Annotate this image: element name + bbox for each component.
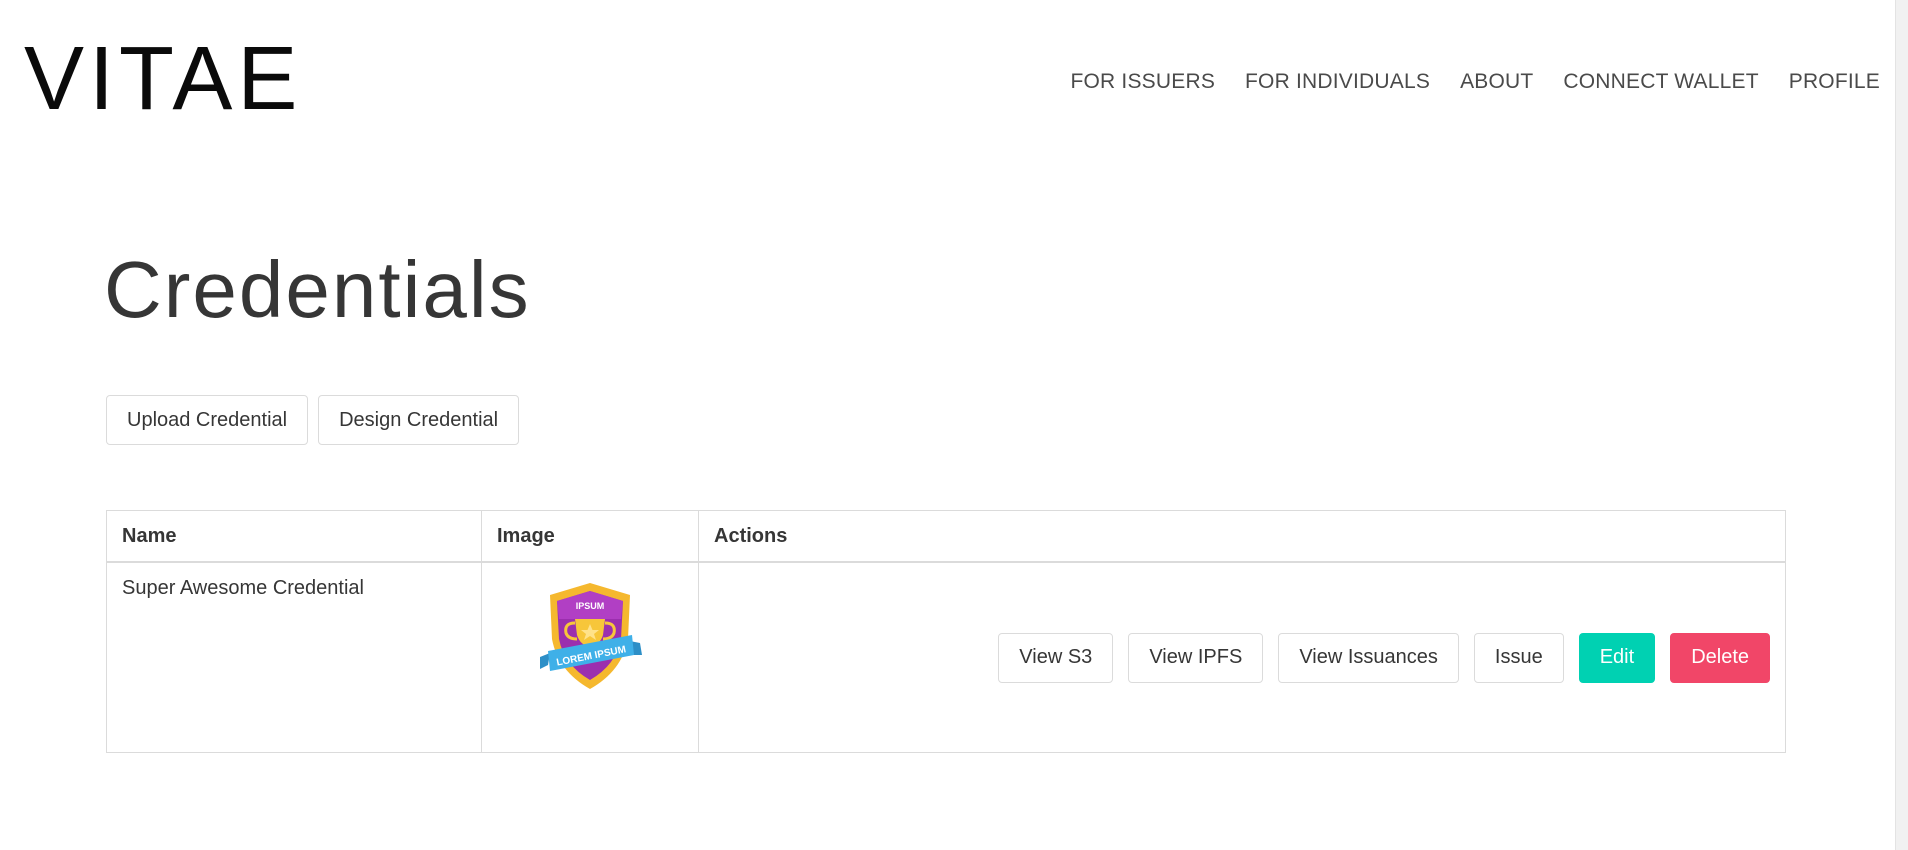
- badge-top-text: IPSUM: [576, 601, 605, 611]
- page: VITAE FOR ISSUERS FOR INDIVIDUALS ABOUT …: [0, 0, 1908, 850]
- nav-for-individuals[interactable]: FOR INDIVIDUALS: [1245, 70, 1430, 94]
- logo[interactable]: VITAE: [24, 34, 302, 124]
- column-header-image: Image: [481, 510, 699, 563]
- trophy-badge-icon: IPSUM LOREM IPSUM: [540, 583, 642, 689]
- column-header-actions: Actions: [698, 510, 1786, 563]
- issue-button[interactable]: Issue: [1473, 632, 1564, 683]
- nav-profile[interactable]: PROFILE: [1789, 70, 1880, 94]
- edit-button[interactable]: Edit: [1578, 632, 1656, 683]
- nav-about[interactable]: ABOUT: [1460, 70, 1533, 94]
- design-credential-button[interactable]: Design Credential: [318, 395, 520, 445]
- delete-button[interactable]: Delete: [1670, 632, 1770, 683]
- nav-connect-wallet[interactable]: CONNECT WALLET: [1563, 70, 1758, 94]
- top-actions: Upload Credential Design Credential: [106, 395, 520, 445]
- view-ipfs-button[interactable]: View IPFS: [1128, 632, 1264, 683]
- row-actions: View S3 View IPFS View Issuances Issue E…: [714, 632, 1770, 683]
- credentials-table: Name Image Actions Super Awesome Credent…: [106, 510, 1786, 753]
- column-header-name: Name: [106, 510, 482, 563]
- scrollbar[interactable]: [1895, 0, 1908, 850]
- credential-image-cell: IPSUM LOREM IPSUM: [481, 561, 699, 753]
- view-s3-button[interactable]: View S3: [998, 632, 1114, 683]
- upload-credential-button[interactable]: Upload Credential: [106, 395, 309, 445]
- credential-name: Super Awesome Credential: [106, 561, 482, 753]
- main-nav: FOR ISSUERS FOR INDIVIDUALS ABOUT CONNEC…: [1070, 70, 1880, 94]
- nav-for-issuers[interactable]: FOR ISSUERS: [1070, 70, 1215, 94]
- view-issuances-button[interactable]: View Issuances: [1278, 632, 1459, 683]
- page-title: Credentials: [104, 245, 531, 334]
- table-row: Super Awesome Credential IPSUM LOREM IPS…: [106, 561, 1786, 753]
- table-header-row: Name Image Actions: [106, 510, 1786, 563]
- credential-actions-cell: View S3 View IPFS View Issuances Issue E…: [698, 561, 1786, 753]
